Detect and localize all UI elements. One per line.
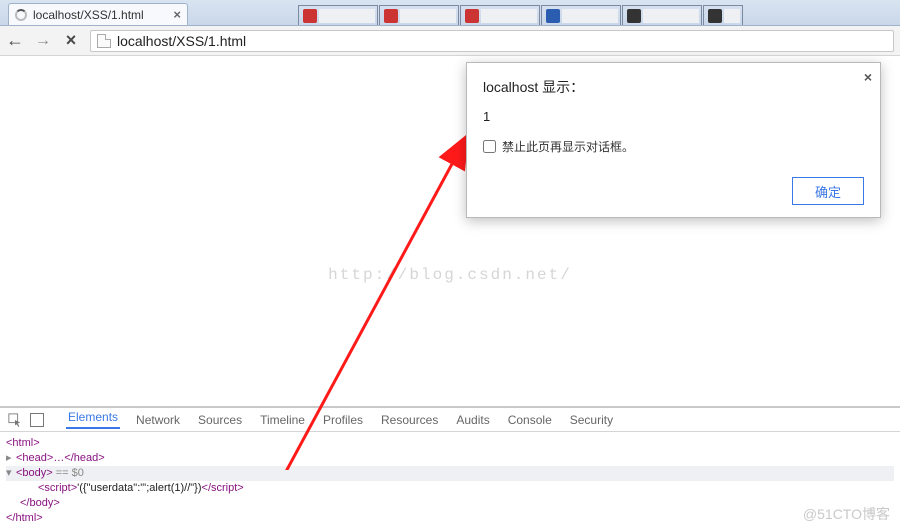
dom-node[interactable]: <script> bbox=[38, 482, 77, 494]
collapse-icon[interactable]: ▾ bbox=[6, 466, 16, 481]
address-bar[interactable]: localhost/XSS/1.html bbox=[90, 30, 894, 52]
dom-selected-indicator: == $0 bbox=[53, 467, 84, 479]
devtools-tab-elements[interactable]: Elements bbox=[66, 410, 120, 429]
loading-spinner-icon bbox=[15, 9, 27, 21]
dialog-ok-button[interactable]: 确定 bbox=[792, 177, 864, 205]
dom-node[interactable]: </html> bbox=[6, 512, 43, 524]
background-tab[interactable] bbox=[298, 5, 378, 25]
tab-strip: localhost/XSS/1.html × bbox=[0, 0, 900, 26]
favicon-icon bbox=[465, 9, 479, 23]
dom-node[interactable]: <html> bbox=[6, 437, 40, 449]
page-content: http://blog.csdn.net/ × localhost 显示： 1 … bbox=[0, 56, 900, 406]
suppress-dialog-checkbox-row[interactable]: 禁止此页再显示对话框。 bbox=[483, 138, 864, 155]
devtools-tabs: Elements Network Sources Timeline Profil… bbox=[0, 408, 900, 432]
background-tab[interactable] bbox=[460, 5, 540, 25]
devtools-tab-security[interactable]: Security bbox=[568, 413, 615, 427]
back-button[interactable]: ← bbox=[6, 32, 24, 50]
close-tab-icon[interactable]: × bbox=[173, 7, 181, 22]
footer-watermark: @51CTO博客 bbox=[803, 504, 890, 524]
page-icon bbox=[97, 34, 111, 48]
url-text: localhost/XSS/1.html bbox=[117, 33, 246, 49]
background-tab[interactable] bbox=[622, 5, 702, 25]
favicon-icon bbox=[708, 9, 722, 23]
dom-node[interactable]: </body> bbox=[20, 497, 60, 509]
browser-toolbar: ← → × localhost/XSS/1.html bbox=[0, 26, 900, 56]
favicon-icon bbox=[384, 9, 398, 23]
expand-icon[interactable]: ▸ bbox=[6, 451, 16, 466]
stop-button[interactable]: × bbox=[62, 32, 80, 50]
dom-node-selected[interactable]: <body> bbox=[16, 467, 53, 479]
dialog-title: localhost 显示： bbox=[483, 77, 864, 97]
dom-node[interactable]: <head>…</head> bbox=[16, 452, 105, 464]
suppress-dialog-checkbox[interactable] bbox=[483, 140, 496, 153]
devtools-tab-sources[interactable]: Sources bbox=[196, 413, 244, 427]
watermark-text: http://blog.csdn.net/ bbox=[328, 266, 572, 284]
dom-node[interactable]: </script> bbox=[202, 482, 244, 494]
devtools-tab-audits[interactable]: Audits bbox=[454, 413, 491, 427]
devtools-panel: Elements Network Sources Timeline Profil… bbox=[0, 406, 900, 530]
devtools-tab-console[interactable]: Console bbox=[506, 413, 554, 427]
browser-tab-active[interactable]: localhost/XSS/1.html × bbox=[8, 3, 188, 25]
favicon-icon bbox=[546, 9, 560, 23]
background-tab[interactable] bbox=[541, 5, 621, 25]
dialog-close-icon[interactable]: × bbox=[864, 69, 872, 85]
javascript-alert-dialog: × localhost 显示： 1 禁止此页再显示对话框。 确定 bbox=[466, 62, 881, 218]
background-tab[interactable] bbox=[379, 5, 459, 25]
dialog-actions: 确定 bbox=[483, 177, 864, 205]
dom-text-node[interactable]: '({"userdata":"';alert(1)//"}) bbox=[77, 482, 201, 494]
background-tab[interactable] bbox=[703, 5, 743, 25]
device-toolbar-icon[interactable] bbox=[30, 413, 44, 427]
forward-button[interactable]: → bbox=[34, 32, 52, 50]
devtools-tab-profiles[interactable]: Profiles bbox=[321, 413, 365, 427]
favicon-icon bbox=[303, 9, 317, 23]
devtools-tab-network[interactable]: Network bbox=[134, 413, 182, 427]
favicon-icon bbox=[627, 9, 641, 23]
devtools-tab-timeline[interactable]: Timeline bbox=[258, 413, 307, 427]
background-tabs bbox=[298, 5, 743, 25]
devtools-tab-resources[interactable]: Resources bbox=[379, 413, 440, 427]
suppress-dialog-label: 禁止此页再显示对话框。 bbox=[502, 138, 634, 155]
tab-title: localhost/XSS/1.html bbox=[33, 8, 144, 22]
devtools-dom-tree[interactable]: <html> ▸<head>…</head> ▾<body> == $0 <sc… bbox=[0, 432, 900, 530]
dialog-message: 1 bbox=[483, 109, 864, 124]
inspect-element-icon[interactable] bbox=[8, 413, 22, 427]
